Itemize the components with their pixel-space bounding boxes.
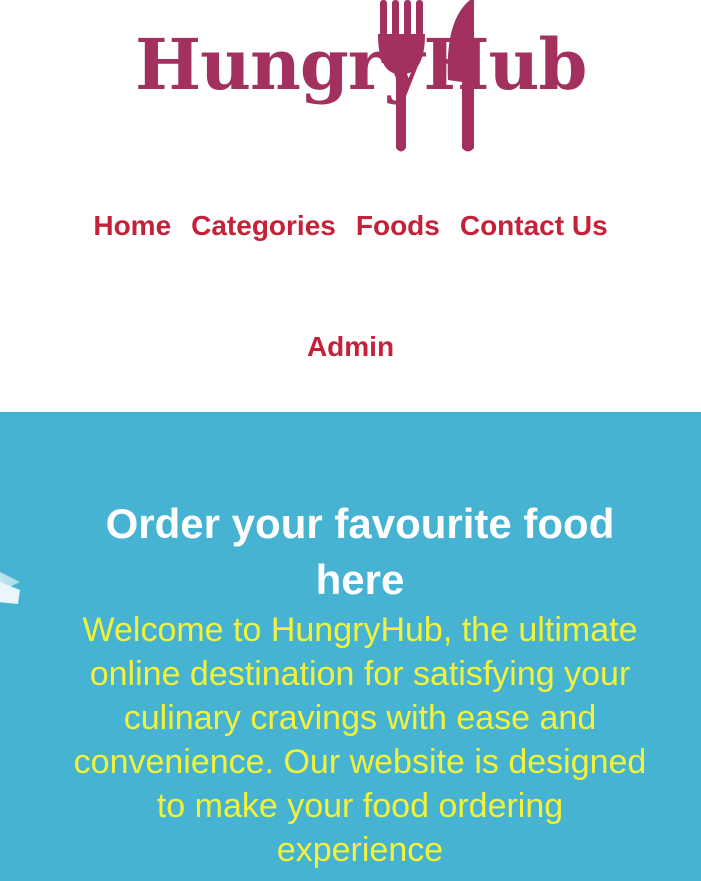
nav-link-admin[interactable]: Admin [307, 331, 394, 362]
plate-image [0, 572, 20, 604]
hero-section: Order your favourite food here Welcome t… [0, 412, 701, 881]
page: HungryHub Home Categories Foods Contact … [0, 0, 701, 881]
hero-description: Welcome to HungryHub, the ultimate onlin… [73, 611, 647, 869]
nav-link-contact-us[interactable]: Contact Us [460, 203, 608, 249]
hero-title: Order your favourite food here [105, 500, 615, 603]
main-nav: Home Categories Foods Contact Us [0, 203, 701, 249]
nav-link-home[interactable]: Home [93, 203, 171, 249]
site-header: HungryHub Home Categories Foods Contact … [0, 0, 701, 412]
nav-link-categories[interactable]: Categories [191, 203, 336, 249]
nav-link-foods[interactable]: Foods [356, 203, 440, 249]
logo-text: HungryHub [135, 23, 587, 106]
nav-row: Home Categories Foods Contact Us [0, 203, 701, 249]
fork-and-knife-icon [378, 0, 474, 152]
logo[interactable]: HungryHub [130, 0, 587, 160]
admin-nav: Admin [0, 324, 701, 370]
